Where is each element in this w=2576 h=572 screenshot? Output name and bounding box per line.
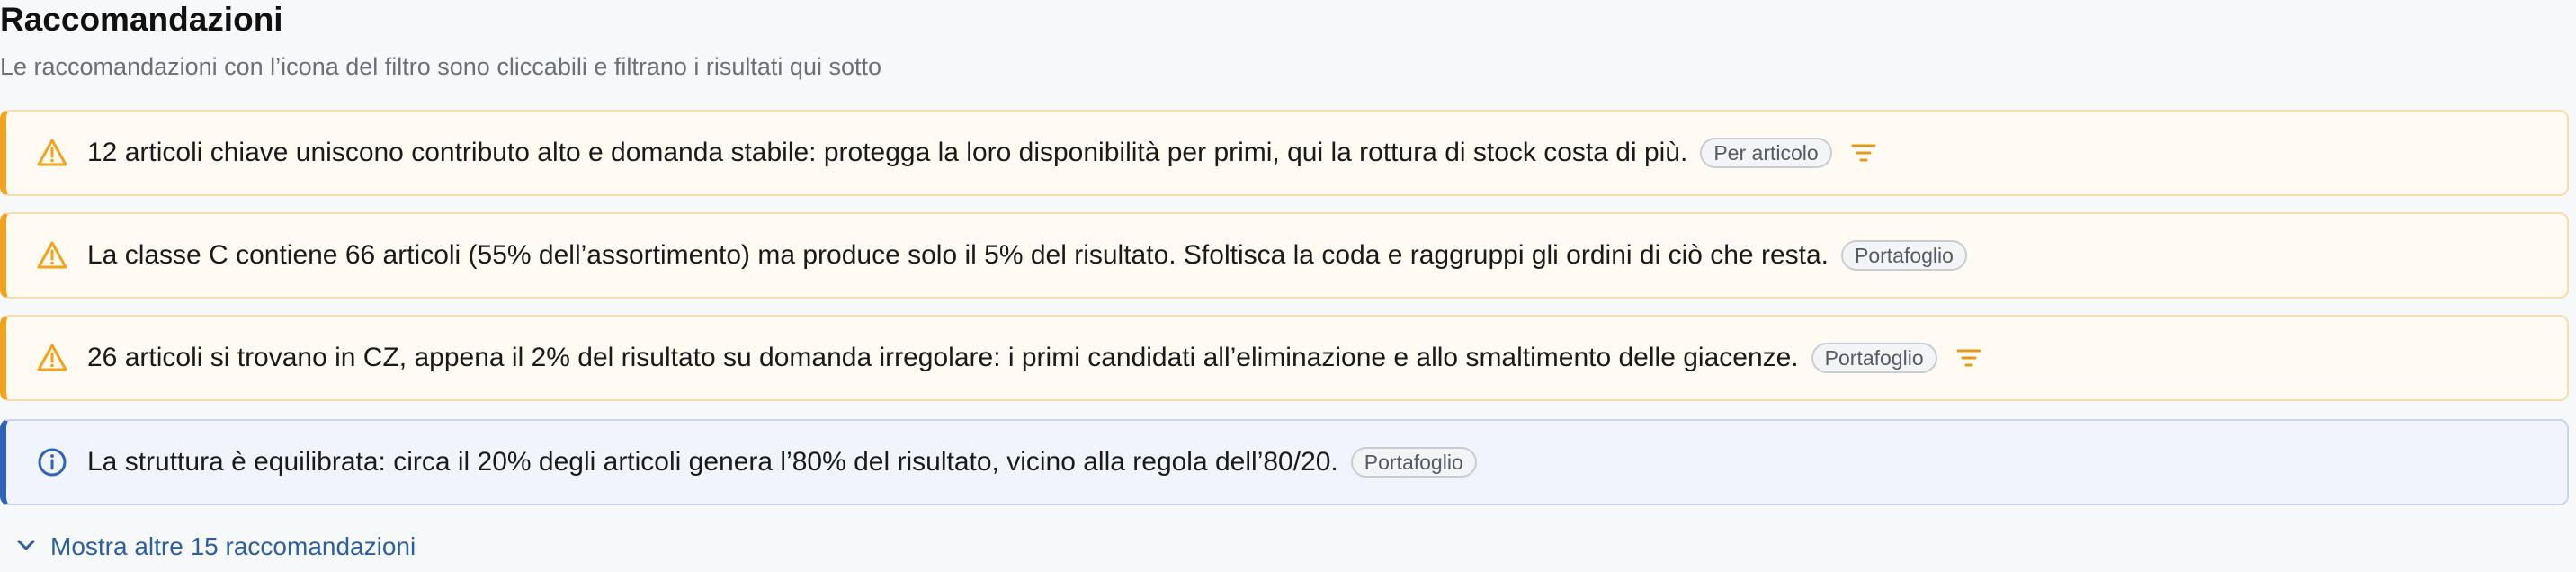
show-more-button[interactable]: Mostra altre 15 raccomandazioni <box>16 531 416 563</box>
scope-badge: Portafoglio <box>1811 343 1937 373</box>
recommendation-text: La classe C contiene 66 articoli (55% de… <box>87 240 1829 270</box>
page-title: Raccomandazioni <box>0 1 283 38</box>
chevron-down-icon <box>16 539 36 556</box>
recommendation-card-2: La classe C contiene 66 articoli (55% de… <box>0 212 2569 299</box>
recommendation-text: 26 articoli si trovano in CZ, appena il … <box>87 343 1799 372</box>
recommendations-panel: Raccomandazioni Le raccomandazioni con l… <box>0 0 2576 572</box>
show-more-label: Mostra altre 15 raccomandazioni <box>50 532 416 560</box>
scope-badge: Portafoglio <box>1350 447 1477 478</box>
warning-triangle-icon <box>35 238 69 273</box>
warning-triangle-icon <box>35 136 69 170</box>
page-subtitle: Le raccomandazioni con l’icona del filtr… <box>0 53 881 80</box>
recommendation-text: 12 articoli chiave uniscono contributo a… <box>87 138 1688 167</box>
scope-badge: Per articolo <box>1700 138 1832 168</box>
recommendation-text: La struttura è equilibrata: circa il 20%… <box>87 447 1338 477</box>
info-circle-icon <box>35 445 69 479</box>
warning-triangle-icon <box>35 341 69 375</box>
scope-badge: Portafoglio <box>1840 240 1967 271</box>
recommendation-card-4: La struttura è equilibrata: circa il 20%… <box>0 419 2569 505</box>
recommendation-card-1[interactable]: 12 articoli chiave uniscono contributo a… <box>0 110 2569 196</box>
filter-icon[interactable] <box>1850 139 1877 166</box>
filter-icon[interactable] <box>1955 344 1982 371</box>
recommendation-card-3[interactable]: 26 articoli si trovano in CZ, appena il … <box>0 315 2569 401</box>
